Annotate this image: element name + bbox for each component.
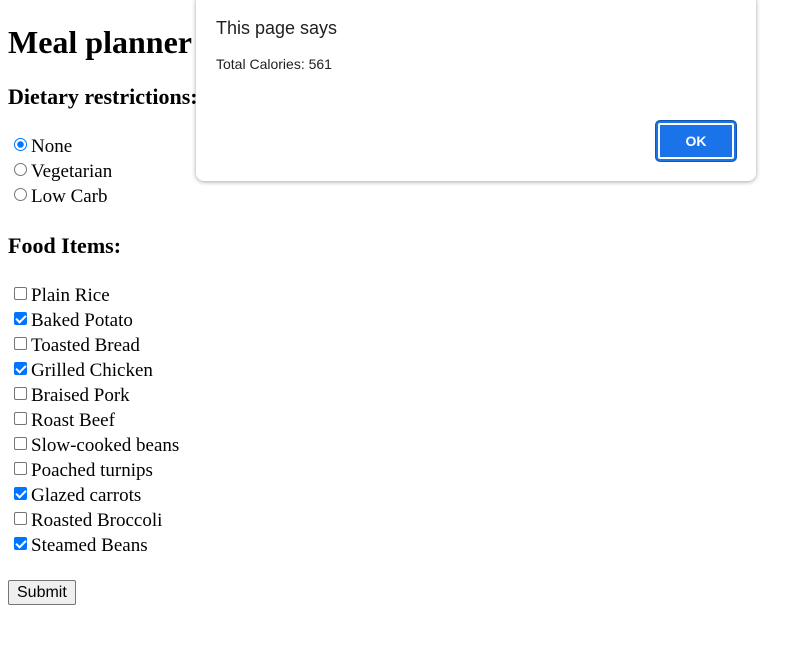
checkbox[interactable] bbox=[14, 287, 27, 300]
checkbox[interactable] bbox=[14, 312, 27, 325]
checkbox[interactable] bbox=[14, 462, 27, 475]
ok-button[interactable]: OK bbox=[656, 121, 736, 161]
food-item-label: Braised Pork bbox=[31, 384, 130, 406]
dietary-restrictions-heading: Dietary restrictions: bbox=[8, 84, 198, 109]
diet-option-label: Low Carb bbox=[31, 185, 108, 207]
food-item-steamed-beans[interactable]: Steamed Beans bbox=[8, 533, 148, 558]
alert-message: Total Calories: 561 bbox=[216, 56, 332, 72]
food-item-baked-potato[interactable]: Baked Potato bbox=[8, 308, 133, 333]
food-item-label: Poached turnips bbox=[31, 459, 153, 481]
food-item-poached-turnips[interactable]: Poached turnips bbox=[8, 458, 153, 483]
food-item-grilled-chicken[interactable]: Grilled Chicken bbox=[8, 358, 153, 383]
checkbox[interactable] bbox=[14, 512, 27, 525]
submit-button[interactable]: Submit bbox=[8, 580, 76, 605]
food-item-glazed-carrots[interactable]: Glazed carrots bbox=[8, 483, 141, 508]
food-item-roast-beef[interactable]: Roast Beef bbox=[8, 408, 115, 433]
checkbox[interactable] bbox=[14, 412, 27, 425]
diet-option-vegetarian[interactable]: Vegetarian bbox=[8, 159, 112, 184]
food-item-label: Plain Rice bbox=[31, 284, 110, 306]
food-item-braised-pork[interactable]: Braised Pork bbox=[8, 383, 130, 408]
diet-option-label: None bbox=[31, 135, 73, 157]
food-item-label: Steamed Beans bbox=[31, 534, 148, 556]
checkbox[interactable] bbox=[14, 537, 27, 550]
food-item-label: Baked Potato bbox=[31, 309, 133, 331]
alert-title: This page says bbox=[216, 18, 338, 38]
food-item-label: Roast Beef bbox=[31, 409, 115, 431]
food-item-toasted-bread[interactable]: Toasted Bread bbox=[8, 333, 140, 358]
food-item-label: Slow-cooked beans bbox=[31, 434, 180, 456]
food-item-label: Grilled Chicken bbox=[31, 359, 153, 381]
food-item-label: Glazed carrots bbox=[31, 484, 142, 506]
food-items-heading: Food Items: bbox=[8, 233, 122, 258]
food-item-roasted-broccoli[interactable]: Roasted Broccoli bbox=[8, 508, 162, 533]
food-item-plain-rice[interactable]: Plain Rice bbox=[8, 283, 110, 308]
checkbox[interactable] bbox=[14, 387, 27, 400]
checkbox[interactable] bbox=[14, 337, 27, 350]
diet-option-label: Vegetarian bbox=[31, 160, 113, 182]
food-item-label: Toasted Bread bbox=[31, 334, 140, 356]
radio-button[interactable] bbox=[14, 138, 27, 151]
checkbox[interactable] bbox=[14, 437, 27, 450]
radio-button[interactable] bbox=[14, 163, 27, 176]
checkbox[interactable] bbox=[14, 362, 27, 375]
checkbox[interactable] bbox=[14, 487, 27, 500]
food-item-label: Roasted Broccoli bbox=[31, 509, 163, 531]
radio-button[interactable] bbox=[14, 188, 27, 201]
alert-dialog: This page says Total Calories: 561 OK bbox=[196, 0, 756, 181]
diet-option-low-carb[interactable]: Low Carb bbox=[8, 184, 108, 209]
food-item-slow-cooked-beans[interactable]: Slow-cooked beans bbox=[8, 433, 179, 458]
page-title: Meal planner bbox=[8, 24, 192, 60]
diet-option-none[interactable]: None bbox=[8, 134, 72, 159]
